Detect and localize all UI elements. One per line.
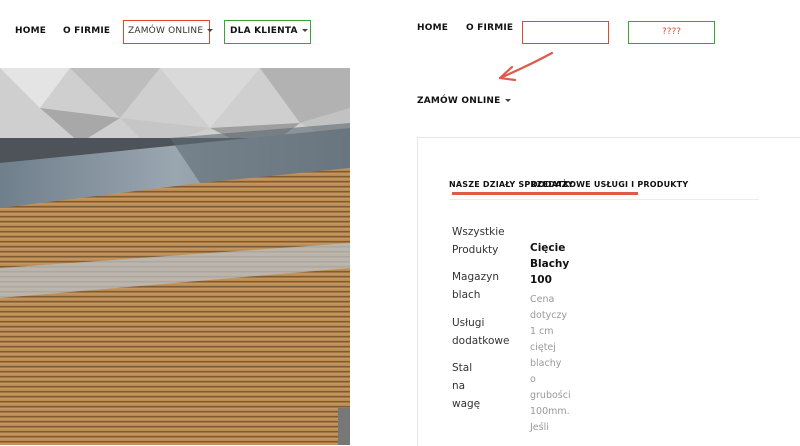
nav-order-online[interactable]: ZAMÓW ONLINE — [128, 26, 214, 36]
tab-additional-services[interactable]: DODATKOWE USŁUGI I PRODUKTY — [531, 180, 688, 189]
unknown-slot-highlight: ???? — [628, 21, 715, 44]
steel-sheets-illustration — [0, 68, 350, 445]
product-description: Cena dotyczy 1 cm ciętej blachy o gruboś… — [530, 292, 571, 436]
unknown-slot-text: ???? — [661, 27, 682, 37]
category-sheet-warehouse[interactable]: Magazyn blach — [452, 268, 499, 304]
caret-down-icon — [207, 29, 214, 32]
category-all-products-line2: Produkty — [452, 244, 499, 256]
empty-slot-highlight — [522, 21, 609, 44]
category-steel-by-weight-line2: na — [452, 380, 466, 392]
steel-sheets-photo — [0, 68, 350, 445]
product-title-line: Cięcie — [530, 242, 566, 254]
category-all-products[interactable]: Wszystkie Produkty — [452, 223, 505, 259]
category-all-products-line1: Wszystkie — [452, 226, 505, 238]
caret-down-icon — [301, 29, 308, 32]
order-online-dropdown: NASZE DZIAŁY SPRZEDAŻY DODATKOWE USŁUGI … — [417, 137, 800, 446]
tab-divider — [449, 199, 759, 200]
tab-active-underline — [452, 192, 638, 195]
category-extra-services-line2: dodatkowe — [452, 335, 510, 347]
product-desc-line: dotyczy — [530, 310, 568, 321]
right-nav-order-online[interactable]: ZAMÓW ONLINE — [417, 96, 511, 106]
category-steel-by-weight[interactable]: Stal na wagę — [452, 359, 480, 413]
product-desc-line: blachy — [530, 358, 562, 369]
product-desc-line: grubości — [530, 390, 571, 401]
product-desc-line: 100mm. — [530, 406, 570, 417]
category-sheet-warehouse-line2: blach — [452, 289, 481, 301]
arrow-annotation-icon — [498, 51, 554, 82]
product-desc-line: Cena — [530, 294, 555, 305]
product-title-line: 100 — [530, 274, 552, 286]
category-extra-services[interactable]: Usługi dodatkowe — [452, 314, 509, 350]
product-title-line: Blachy — [530, 258, 570, 270]
caret-down-icon — [504, 99, 511, 102]
right-nav-order-online-label: ZAMÓW ONLINE — [417, 96, 501, 106]
nav-order-online-label: ZAMÓW ONLINE — [128, 26, 204, 36]
category-steel-by-weight-line1: Stal — [452, 362, 473, 374]
product-title[interactable]: Cięcie Blachy 100 — [530, 240, 569, 288]
nav-for-client[interactable]: DLA KLIENTA — [230, 26, 308, 36]
category-extra-services-line1: Usługi — [452, 317, 485, 329]
right-nav-home[interactable]: HOME — [417, 23, 448, 33]
nav-home[interactable]: HOME — [15, 26, 46, 36]
product-desc-line: o — [530, 374, 536, 385]
nav-about[interactable]: O FIRMIE — [63, 26, 110, 36]
product-desc-line: ciętej — [530, 342, 556, 353]
category-steel-by-weight-line3: wagę — [452, 398, 481, 410]
right-nav-about[interactable]: O FIRMIE — [466, 23, 513, 33]
product-desc-line: 1 cm — [530, 326, 554, 337]
product-desc-line: Jeśli — [530, 422, 549, 433]
category-sheet-warehouse-line1: Magazyn — [452, 271, 499, 283]
nav-for-client-label: DLA KLIENTA — [230, 26, 298, 36]
